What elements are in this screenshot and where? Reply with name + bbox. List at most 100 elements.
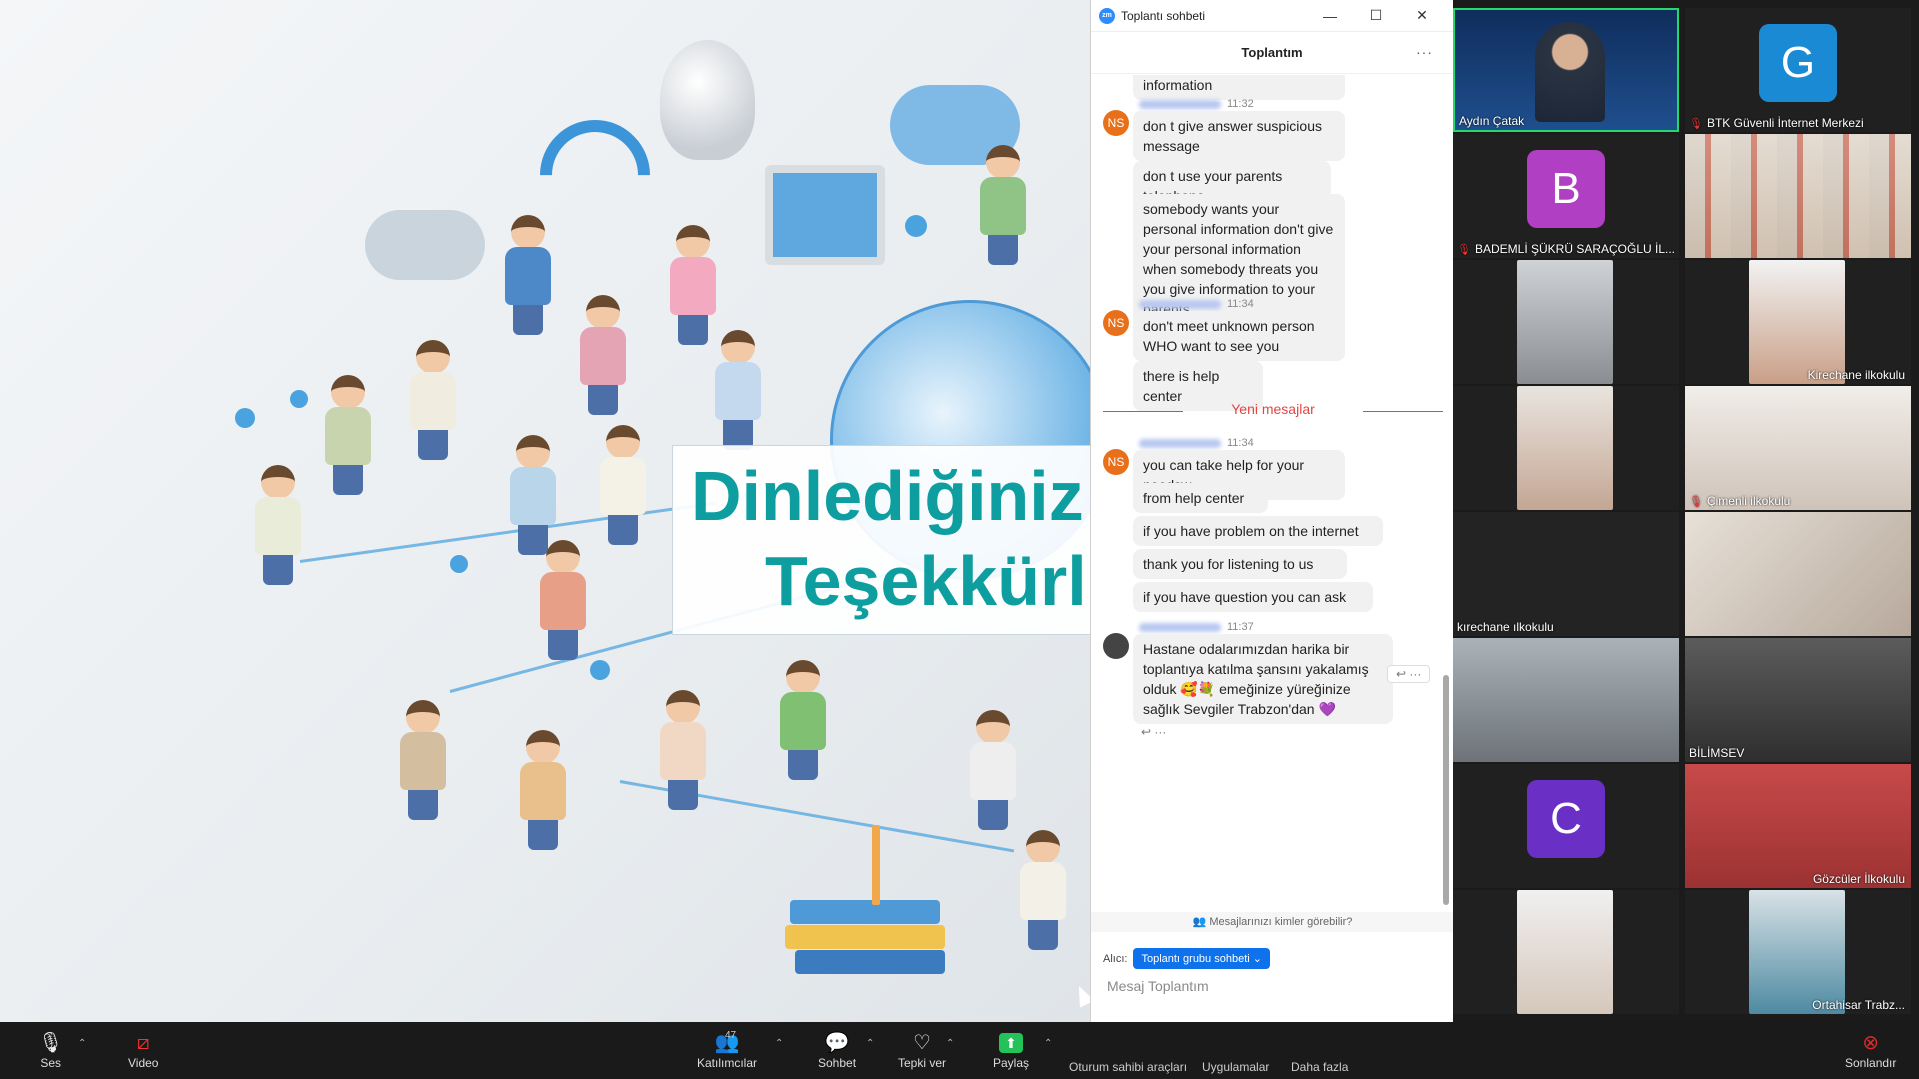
video-tile[interactable] — [1685, 134, 1911, 258]
pencil-illustration — [872, 825, 880, 905]
host-tools-button[interactable]: Oturum sahibi araçları — [1069, 1060, 1187, 1074]
audio-button[interactable]: 🎙 Ses — [38, 1030, 63, 1070]
video-tile[interactable]: Ortahisar Trabz... — [1685, 890, 1911, 1014]
video-tile[interactable]: Kirechane ilkokulu — [1685, 260, 1911, 384]
child-figure — [980, 145, 1026, 265]
video-gallery: Aydın Çatak G 🎙 BTK Güvenli İnternet Merk… — [1453, 0, 1919, 1022]
slide-title-line1: Dinlediğiniz — [691, 457, 1084, 535]
video-tile[interactable] — [1685, 512, 1911, 636]
monitor-illustration — [765, 165, 885, 265]
muted-mic-icon: 🎙 — [1457, 244, 1471, 256]
child-figure — [600, 425, 646, 545]
recipient-row: Alıcı: Toplantı grubu sohbeti ⌄ — [1103, 948, 1270, 969]
new-messages-divider: Yeni mesajlar — [1103, 401, 1443, 421]
video-tile[interactable]: BİLİMSEV — [1685, 638, 1911, 762]
thank-you-slide-title: Dinlediğiniz Teşekkürl — [672, 445, 1090, 635]
participants-options-chevron-icon[interactable]: ⌃ — [775, 1038, 783, 1049]
chat-icon: 💬 — [824, 1032, 850, 1054]
message-meta: 11:34 — [1139, 298, 1254, 310]
video-tile[interactable]: C — [1453, 764, 1679, 888]
child-figure — [410, 340, 456, 460]
sender-avatar[interactable]: NS — [1103, 449, 1129, 475]
participant-video — [1535, 22, 1605, 122]
audio-options-chevron-icon[interactable]: ⌃ — [78, 1038, 86, 1049]
more-options-icon[interactable]: ··· — [1416, 44, 1433, 60]
child-figure — [540, 540, 586, 660]
chat-button[interactable]: 💬 Sohbet — [818, 1030, 856, 1070]
video-tile[interactable]: Aydın Çatak — [1453, 8, 1679, 132]
more-button[interactable]: Daha fazla — [1291, 1060, 1348, 1074]
react-button[interactable]: ♡ Tepki ver — [898, 1030, 946, 1070]
child-figure — [520, 730, 566, 850]
chat-message[interactable]: from help center — [1133, 483, 1268, 513]
message-meta: 11:34 — [1139, 437, 1254, 449]
video-tile[interactable]: Gözcüler İlkokulu — [1685, 764, 1911, 888]
end-meeting-button[interactable]: ⊗ Sonlandır — [1845, 1030, 1896, 1070]
video-tile[interactable]: 🎙 Çimenli ilkokulu — [1685, 386, 1911, 510]
book-illustration — [790, 900, 940, 924]
video-tile[interactable]: G 🎙 BTK Güvenli İnternet Merkezi — [1685, 8, 1911, 132]
chat-message[interactable]: thank you for listening to us — [1133, 549, 1347, 579]
child-figure — [780, 660, 826, 780]
message-list[interactable]: information 11:32 NS don t give answer s… — [1091, 75, 1454, 910]
chat-window-title: Toplantı sohbeti — [1121, 8, 1206, 23]
participant-name: 🎙 Çimenli ilkokulu — [1689, 494, 1791, 508]
chat-options-chevron-icon[interactable]: ⌃ — [866, 1038, 874, 1049]
video-tile[interactable] — [1453, 638, 1679, 762]
message-meta: 11:37 — [1139, 621, 1254, 633]
react-options-chevron-icon[interactable]: ⌃ — [946, 1038, 954, 1049]
child-figure — [670, 225, 716, 345]
child-figure — [325, 375, 371, 495]
share-button[interactable]: ⬆ Paylaş — [993, 1030, 1029, 1070]
chat-message[interactable]: if you have question you can ask — [1133, 582, 1373, 612]
chat-message[interactable]: don t give answer suspicious message — [1133, 111, 1345, 161]
video-tile[interactable]: kırechane ılkokulu — [1453, 512, 1679, 636]
participant-name: 🎙 BTK Güvenli İnternet Merkezi — [1689, 116, 1864, 130]
child-figure — [970, 710, 1016, 830]
chat-message[interactable]: Hastane odalarımızdan harika bir toplant… — [1133, 634, 1393, 724]
video-button[interactable]: ⧄ Video — [128, 1030, 158, 1070]
participant-video — [1685, 134, 1911, 258]
share-options-chevron-icon[interactable]: ⌃ — [1044, 1038, 1052, 1049]
lightbulb-illustration — [660, 40, 755, 160]
microphone-icon: 🎙 — [38, 1032, 64, 1054]
sender-avatar[interactable]: NS — [1103, 310, 1129, 336]
participants-button[interactable]: 👥 47 Katılımcılar — [697, 1030, 757, 1070]
message-actions[interactable]: ↩ ··· — [1141, 725, 1166, 739]
message-input[interactable] — [1107, 978, 1437, 994]
sender-avatar[interactable] — [1103, 633, 1129, 659]
recipient-dropdown[interactable]: Toplantı grubu sohbeti ⌄ — [1133, 948, 1270, 969]
participant-initial-avatar: B — [1527, 150, 1605, 228]
close-icon[interactable]: ✕ — [1399, 0, 1445, 32]
sender-avatar[interactable]: NS — [1103, 110, 1129, 136]
chat-scrollbar[interactable] — [1443, 675, 1449, 905]
participant-name: Ortahisar Trabz... — [1812, 998, 1905, 1012]
video-tile[interactable]: B 🎙 BADEMLİ ŞÜKRÜ SARAÇOĞLU İL... — [1453, 134, 1679, 258]
meeting-toolbar: 🎙 Ses ⌃ ⧄ Video 👥 47 Katılımcılar ⌃ 💬 So… — [0, 1022, 1919, 1079]
chat-message[interactable]: information — [1133, 75, 1345, 100]
participant-name: 🎙 BADEMLİ ŞÜKRÜ SARAÇOĞLU İL... — [1457, 242, 1676, 256]
minimize-icon[interactable]: — — [1307, 0, 1353, 32]
video-tile[interactable] — [1453, 386, 1679, 510]
new-messages-label: Yeni mesajlar — [1231, 401, 1315, 417]
apps-button[interactable]: Uygulamalar — [1202, 1060, 1269, 1074]
message-meta: 11:32 — [1139, 98, 1254, 110]
muted-mic-icon: 🎙 — [1689, 496, 1703, 508]
who-can-see-link[interactable]: 👥 Mesajlarınızı kimler görebilir? — [1091, 912, 1454, 932]
child-figure — [1020, 830, 1066, 950]
reply-icon[interactable]: ↩ ··· — [1387, 665, 1431, 683]
participant-name: Kirechane ilkokulu — [1807, 368, 1905, 382]
video-tile[interactable] — [1453, 260, 1679, 384]
book-illustration — [795, 950, 945, 974]
chat-message[interactable]: if you have problem on the internet — [1133, 516, 1383, 546]
share-screen-icon: ⬆ — [999, 1033, 1024, 1053]
meeting-chat-window: zm Toplantı sohbeti — ☐ ✕ Toplantım ··· … — [1090, 0, 1454, 1060]
chat-message[interactable]: don't meet unknown person WHO want to se… — [1133, 311, 1345, 361]
cloud-illustration — [365, 210, 485, 280]
maximize-icon[interactable]: ☐ — [1353, 0, 1399, 32]
participant-initial-avatar: C — [1527, 780, 1605, 858]
end-call-icon: ⊗ — [1862, 1032, 1880, 1054]
participant-video — [1517, 386, 1613, 510]
child-figure — [715, 330, 761, 450]
video-tile[interactable] — [1453, 890, 1679, 1014]
